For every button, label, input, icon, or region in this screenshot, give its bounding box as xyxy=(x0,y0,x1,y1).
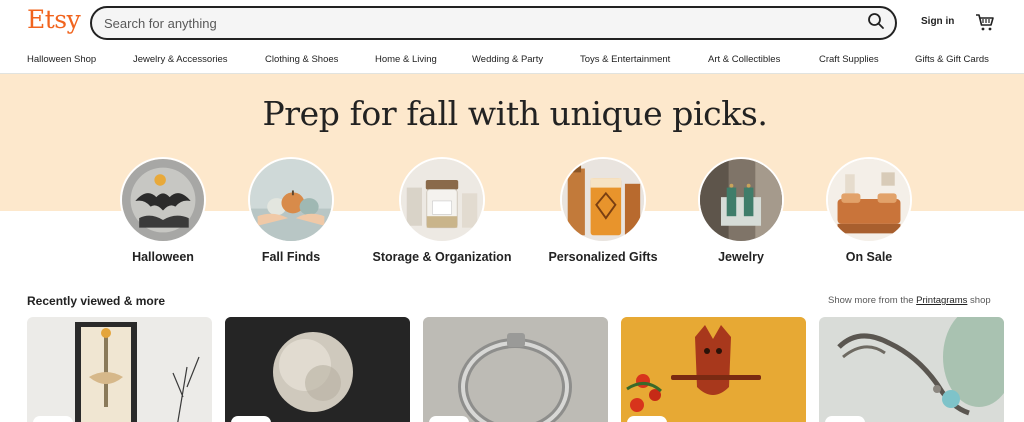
search-input[interactable] xyxy=(104,8,844,38)
nav-halloween-shop[interactable]: Halloween Shop xyxy=(27,54,96,65)
search-bar xyxy=(90,6,897,40)
product-card[interactable] xyxy=(819,317,1004,422)
storage-image xyxy=(401,159,483,241)
search-icon xyxy=(867,12,885,35)
search-button[interactable] xyxy=(863,10,889,36)
etsy-logo[interactable]: Etsy xyxy=(27,5,81,34)
recently-viewed-title: Recently viewed & more xyxy=(27,294,166,308)
price-tag xyxy=(825,416,865,422)
product-image-wire-pendant xyxy=(819,317,1004,422)
price-tag xyxy=(429,416,469,422)
fall-finds-image xyxy=(250,159,332,241)
site-header: Etsy Sign in xyxy=(0,0,1024,46)
jewelry-image xyxy=(700,159,782,241)
product-image-silver-ring xyxy=(423,317,608,422)
nav-home-living[interactable]: Home & Living xyxy=(375,54,437,65)
product-card[interactable] xyxy=(423,317,608,422)
show-more-suffix: shop xyxy=(967,295,991,306)
category-nav: Halloween Shop Jewelry & Accessories Clo… xyxy=(0,46,1024,74)
nav-craft-supplies[interactable]: Craft Supplies xyxy=(819,54,879,65)
category-circle-personalized-gifts[interactable] xyxy=(560,157,646,243)
category-circle-on-sale[interactable] xyxy=(826,157,912,243)
show-more-link: Show more from the Printagrams shop xyxy=(828,295,991,306)
category-label-on-sale[interactable]: On Sale xyxy=(769,250,969,264)
hero-title: Prep for fall with unique picks. xyxy=(262,94,768,133)
personalized-gifts-image xyxy=(562,159,644,241)
product-image-fox-pin xyxy=(621,317,806,422)
category-circle-fall-finds[interactable] xyxy=(248,157,334,243)
category-circle-storage[interactable] xyxy=(399,157,485,243)
cart-button[interactable] xyxy=(975,12,995,32)
nav-jewelry-accessories[interactable]: Jewelry & Accessories xyxy=(133,54,228,65)
shop-name-link[interactable]: Printagrams xyxy=(916,295,967,306)
category-circle-halloween[interactable] xyxy=(120,157,206,243)
nav-toys-entertainment[interactable]: Toys & Entertainment xyxy=(580,54,670,65)
product-card[interactable] xyxy=(27,317,212,422)
show-more-prefix: Show more from the xyxy=(828,295,917,306)
category-circle-jewelry[interactable] xyxy=(698,157,784,243)
sign-in-link[interactable]: Sign in xyxy=(921,16,954,27)
on-sale-image xyxy=(828,159,910,241)
product-image-tarot-print xyxy=(27,317,212,422)
price-tag xyxy=(627,416,667,422)
price-tag xyxy=(33,416,73,422)
product-card[interactable] xyxy=(621,317,806,422)
cart-icon xyxy=(975,14,995,36)
nav-art-collectibles[interactable]: Art & Collectibles xyxy=(708,54,780,65)
product-card[interactable] xyxy=(225,317,410,422)
nav-clothing-shoes[interactable]: Clothing & Shoes xyxy=(265,54,338,65)
price-tag xyxy=(231,416,271,422)
nav-gifts-gift-cards[interactable]: Gifts & Gift Cards xyxy=(915,54,989,65)
halloween-image xyxy=(122,159,204,241)
product-image-pearl-disc xyxy=(225,317,410,422)
nav-wedding-party[interactable]: Wedding & Party xyxy=(472,54,543,65)
